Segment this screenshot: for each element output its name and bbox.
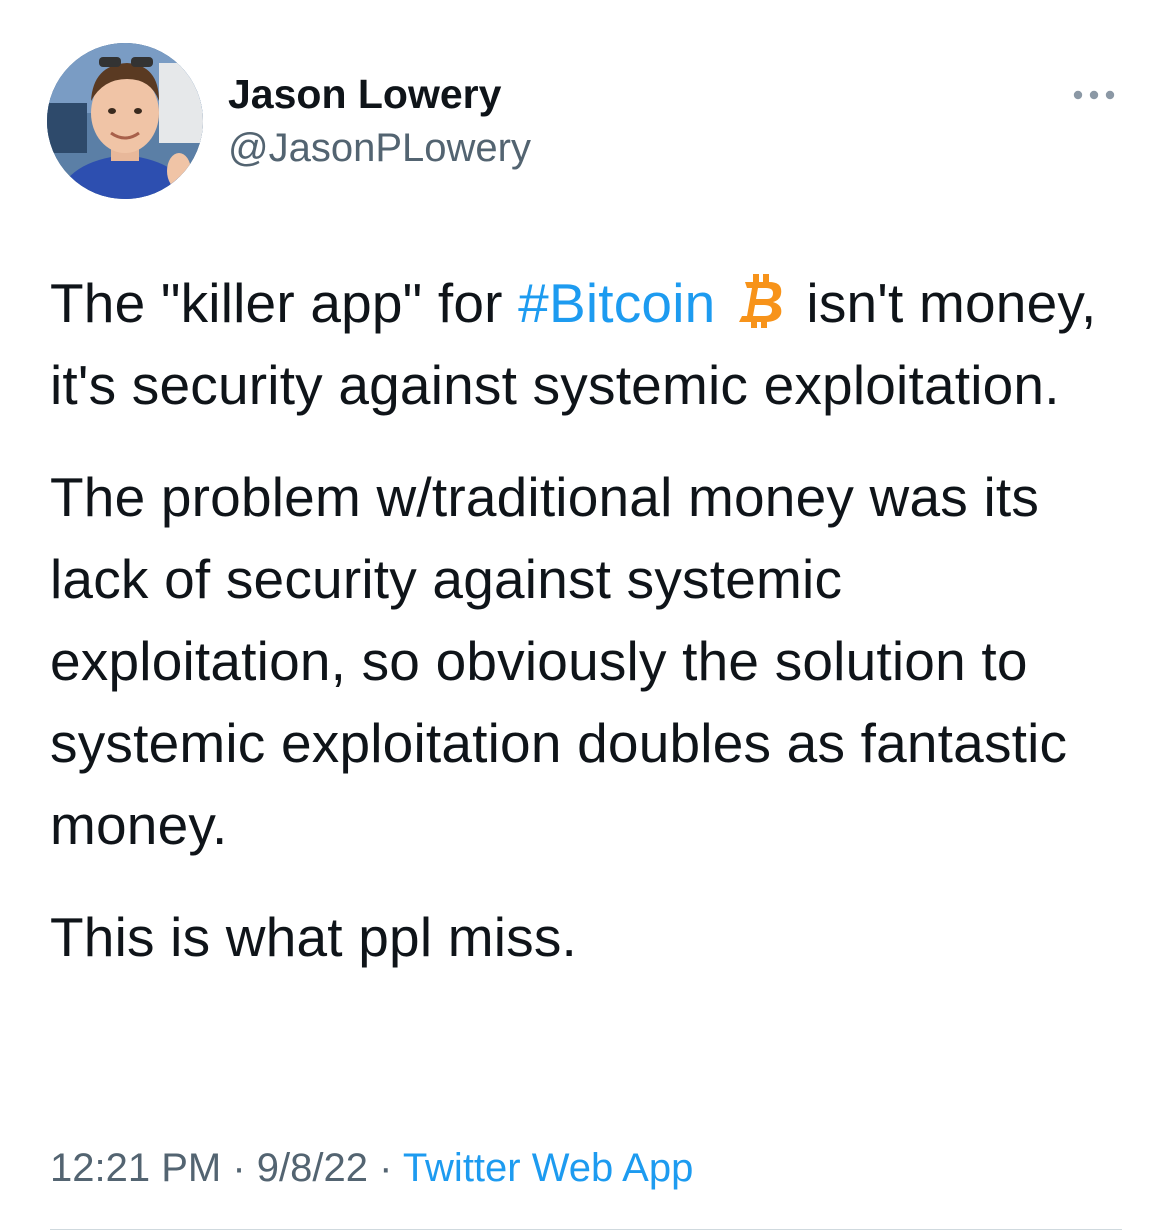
tweet-date[interactable]: 9/8/22 (257, 1146, 368, 1190)
tweet-paragraph-3: This is what ppl miss. (50, 906, 578, 968)
more-icon (1073, 90, 1115, 100)
avatar[interactable] (47, 43, 203, 199)
avatar-image (47, 43, 203, 199)
source-link[interactable]: Twitter Web App (403, 1146, 694, 1190)
tweet-time[interactable]: 12:21 PM (50, 1146, 221, 1190)
hashtag-link[interactable]: #Bitcoin (518, 272, 715, 334)
tweet-paragraph-2: The problem w/traditional money was its … (50, 466, 1068, 856)
tweet-paragraph-1: The "killer app" for #Bitcoin isn't mone… (50, 262, 1140, 426)
tweet-text-segment: The "killer app" for (50, 272, 519, 334)
author-handle[interactable]: @JasonPLowery (228, 125, 531, 171)
author-name[interactable]: Jason Lowery (228, 70, 501, 118)
tweet: Jason Lowery @JasonPLowery The "killer a… (0, 0, 1170, 1232)
meta-separator: · (367, 1146, 403, 1190)
tweet-text: The "killer app" for #Bitcoin isn't mone… (50, 262, 1140, 1008)
divider (50, 1229, 1122, 1230)
bitcoin-icon (738, 274, 782, 328)
meta-separator: · (221, 1146, 257, 1190)
more-button[interactable] (1066, 78, 1122, 112)
tweet-meta: 12:21 PM · 9/8/22 · Twitter Web App (50, 1144, 693, 1192)
